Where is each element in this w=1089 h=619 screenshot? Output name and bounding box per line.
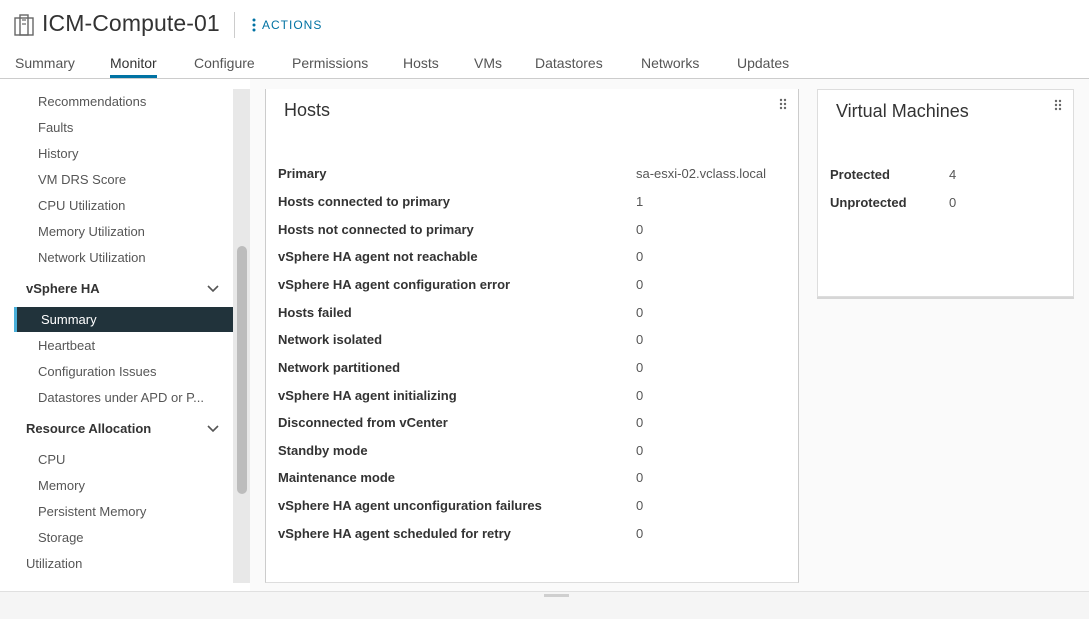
host-status-label: Disconnected from vCenter — [278, 415, 448, 430]
host-status-value: 1 — [636, 194, 644, 209]
host-status-value: 0 — [636, 526, 644, 541]
sidebar-group-vsphere-ha[interactable]: vSphere HA — [26, 281, 100, 296]
tab-bar: Summary Monitor Configure Permissions Ho… — [0, 48, 1089, 79]
hosts-card-title: Hosts — [284, 100, 331, 120]
host-status-value: 0 — [636, 443, 644, 458]
sidebar-item-label: Summary — [41, 312, 97, 327]
vms-protected-value: 4 — [949, 167, 957, 182]
sidebar-item-history[interactable]: History — [38, 146, 78, 161]
tab-vms[interactable]: VMs — [474, 55, 502, 78]
tab-datastores[interactable]: Datastores — [535, 55, 603, 78]
panel-resize-handle[interactable] — [544, 594, 569, 597]
sidebar-item-ha-summary[interactable]: Summary — [14, 307, 233, 332]
host-status-value: 0 — [636, 470, 644, 485]
sidebar-item-memory[interactable]: Memory — [38, 478, 85, 493]
virtual-machines-card: Virtual Machines Protected 4 Unprotected… — [817, 89, 1074, 297]
cluster-icon — [14, 14, 34, 36]
host-status-value: 0 — [636, 415, 644, 430]
sidebar-item-vm-drs-score[interactable]: VM DRS Score — [38, 172, 126, 187]
host-status-value: 0 — [636, 222, 644, 237]
sidebar-item-memory-utilization[interactable]: Memory Utilization — [38, 224, 145, 239]
header-divider — [234, 12, 235, 38]
host-status-label: vSphere HA agent unconfiguration failure… — [278, 498, 542, 513]
vertical-ellipsis-icon — [252, 18, 256, 32]
tab-summary[interactable]: Summary — [15, 55, 75, 78]
vms-unprotected-label: Unprotected — [830, 195, 907, 210]
sidebar-item-configuration-issues[interactable]: Configuration Issues — [38, 364, 157, 379]
sidebar-item-recommendations[interactable]: Recommendations — [38, 94, 146, 109]
host-status-label: vSphere HA agent not reachable — [278, 249, 478, 264]
host-status-label: Network partitioned — [278, 360, 401, 375]
sidebar-item-datastores-apd[interactable]: Datastores under APD or P... — [38, 390, 204, 405]
host-status-value: 0 — [636, 249, 644, 264]
host-status-label: Hosts failed — [278, 305, 352, 320]
tab-monitor[interactable]: Monitor — [110, 55, 157, 78]
host-status-label: Hosts connected to primary — [278, 194, 450, 209]
vms-protected-label: Protected — [830, 167, 890, 182]
object-title: ICM-Compute-01 — [42, 10, 220, 36]
vms-card-title: Virtual Machines — [836, 101, 969, 121]
host-status-label: vSphere HA agent initializing — [278, 388, 457, 403]
sidebar-item-utilization[interactable]: Utilization — [26, 556, 82, 571]
tab-configure[interactable]: Configure — [194, 55, 255, 78]
host-status-label: vSphere HA agent configuration error — [278, 277, 511, 292]
hosts-card: Hosts Primary sa-esxi-02.vclass.local Host… — [265, 89, 799, 583]
chevron-down-icon[interactable] — [206, 284, 220, 294]
sidebar-group-resource-allocation[interactable]: Resource Allocation — [26, 421, 151, 436]
tab-networks[interactable]: Networks — [641, 55, 699, 78]
host-status-value: 0 — [636, 277, 644, 292]
host-status-value: 0 — [636, 305, 644, 320]
chevron-down-icon[interactable] — [206, 424, 220, 434]
host-status-label: Maintenance mode — [278, 470, 396, 485]
host-status-value: 0 — [636, 332, 644, 347]
sidebar-item-cpu[interactable]: CPU — [38, 452, 65, 467]
object-header: ICM-Compute-01 ACTIONS — [0, 0, 1089, 48]
vms-unprotected-value: 0 — [949, 195, 957, 210]
sidebar-item-cpu-utilization[interactable]: CPU Utilization — [38, 198, 125, 213]
actions-menu-button[interactable]: ACTIONS — [252, 16, 322, 34]
bottom-panel-bar — [0, 591, 1089, 619]
host-status-value: 0 — [636, 388, 644, 403]
host-status-label: Network isolated — [278, 332, 383, 347]
tab-hosts[interactable]: Hosts — [403, 55, 439, 78]
tab-permissions[interactable]: Permissions — [292, 55, 368, 78]
host-status-label: Standby mode — [278, 443, 368, 458]
sidebar-item-faults[interactable]: Faults — [38, 120, 73, 135]
host-status-label: Hosts not connected to primary — [278, 222, 474, 237]
sidebar-item-heartbeat[interactable]: Heartbeat — [38, 338, 95, 353]
host-status-value: 0 — [636, 360, 644, 375]
drag-handle-icon[interactable] — [779, 98, 787, 110]
actions-label: ACTIONS — [262, 18, 323, 32]
host-status-label: vSphere HA agent scheduled for retry — [278, 526, 511, 541]
host-status-label: Primary — [278, 166, 327, 181]
sidebar-item-storage[interactable]: Storage — [38, 530, 84, 545]
monitor-sidebar: Recommendations Faults History VM DRS Sc… — [0, 79, 250, 583]
sidebar-scrollbar-thumb[interactable] — [237, 246, 247, 494]
host-status-value: 0 — [636, 498, 644, 513]
drag-handle-icon[interactable] — [1054, 99, 1062, 111]
sidebar-item-network-utilization[interactable]: Network Utilization — [38, 250, 146, 265]
tab-updates[interactable]: Updates — [737, 55, 789, 78]
sidebar-item-persistent-memory[interactable]: Persistent Memory — [38, 504, 146, 519]
host-status-value: sa-esxi-02.vclass.local — [636, 166, 767, 181]
main-content: Hosts Primary sa-esxi-02.vclass.local Host… — [250, 79, 1089, 591]
